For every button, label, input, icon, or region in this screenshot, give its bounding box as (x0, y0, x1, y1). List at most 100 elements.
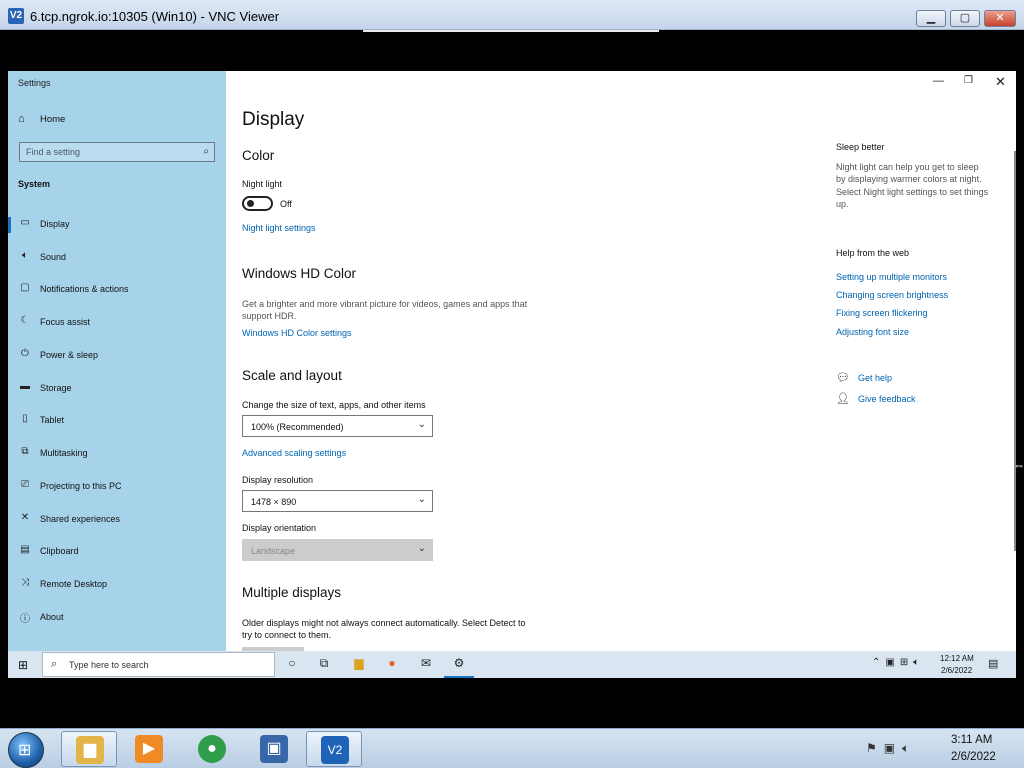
taskbar-vnc-viewer[interactable]: V2 (306, 731, 362, 767)
hd-color-settings-link[interactable]: Windows HD Color settings (242, 328, 352, 338)
feedback-icon: 👤︎ (836, 393, 850, 405)
resolution-dropdown[interactable]: 1478 × 890 ⌄ (242, 490, 433, 512)
night-light-settings-link[interactable]: Night light settings (242, 223, 316, 233)
orientation-label: Display orientation (242, 523, 317, 533)
folder-icon: ▆ (76, 736, 104, 764)
taskbar-search-placeholder: Type here to search (69, 660, 149, 670)
sidebar-item-tablet[interactable]: ▯ Tablet (8, 406, 226, 434)
chevron-down-icon: ⌄ (417, 494, 426, 505)
sidebar-item-label: Display (40, 219, 70, 229)
sidebar-item-label: Storage (40, 383, 72, 393)
sleep-better-desc-4: up. (836, 199, 849, 209)
give-feedback-link[interactable]: Give feedback (858, 394, 916, 404)
vnc-titlebar: V2 6.tcp.ngrok.io:10305 (Win10) - VNC Vi… (0, 0, 1024, 30)
sidebar-item-display[interactable]: ▭ Display (8, 210, 226, 238)
vnc-window-title: 6.tcp.ngrok.io:10305 (Win10) - VNC Viewe… (30, 9, 280, 24)
settings-window: Settings ⌂ Home Find a setting ⌕ System ▭… (8, 71, 1016, 651)
win7-clock-date[interactable]: 2/6/2022 (951, 751, 996, 763)
scale-size-label: Change the size of text, apps, and other… (242, 400, 426, 410)
shared-icon: ✕ (20, 512, 30, 523)
multiple-displays-desc-1: Older displays might not always connect … (242, 618, 526, 628)
sidebar-item-label: Multitasking (40, 448, 88, 458)
hd-color-heading: Windows HD Color (242, 266, 357, 281)
vnc-logo-icon: V2 (8, 8, 24, 24)
sidebar-item-projecting[interactable]: ⎚ Projecting to this PC (8, 472, 226, 500)
night-light-state: Off (280, 199, 292, 209)
taskbar-chrome[interactable]: ● (184, 731, 240, 767)
win10-clock-time[interactable]: 12:12 AM (940, 654, 974, 663)
sidebar-item-label: Remote Desktop (40, 579, 108, 589)
win10-tray-icons[interactable]: ⌃▣⊞🔈︎ (872, 657, 924, 668)
vnc-minimize-button[interactable]: ▁ (916, 10, 946, 27)
win7-start-button[interactable]: ⊞ (8, 732, 44, 768)
multitasking-icon: ⧉ (21, 446, 29, 457)
sidebar-item-label: Sound (40, 252, 67, 262)
sidebar-item-remote-desktop[interactable]: ⤨ Remote Desktop (8, 570, 226, 598)
color-heading: Color (242, 148, 275, 163)
windows-start-icon[interactable]: ⊞ (18, 658, 28, 672)
projecting-icon: ⎚ (21, 479, 29, 490)
vnc-close-button[interactable]: ✕ (984, 10, 1016, 27)
sidebar-item-clipboard[interactable]: ▤ Clipboard (8, 537, 226, 565)
remote-screen-border-top (8, 31, 1016, 71)
hd-color-desc-1: Get a brighter and more vibrant picture … (242, 299, 528, 309)
win10-taskbar: ⊞ ⌕ Type here to search ○ ⧉ ▆ ● ✉ ⚙ ⌃▣⊞🔈… (8, 651, 1016, 678)
chrome-icon: ● (198, 735, 226, 763)
search-icon[interactable]: ⌕ (203, 146, 209, 157)
resolution-label: Display resolution (242, 475, 314, 485)
search-icon: ⌕ (51, 658, 58, 670)
sidebar-item-shared-experiences[interactable]: ✕ Shared experiences (8, 505, 226, 533)
task-view-icon[interactable]: ⧉ (314, 656, 334, 671)
sidebar-item-label: About (40, 612, 64, 622)
page-title: Display (242, 109, 305, 130)
link-screen-brightness[interactable]: Changing screen brightness (836, 290, 948, 300)
win7-clock-time[interactable]: 3:11 AM (951, 734, 992, 746)
scale-dropdown[interactable]: 100% (Recommended) ⌄ (242, 415, 433, 437)
win10-clock-date[interactable]: 2/6/2022 (941, 666, 972, 675)
vnc-maximize-button[interactable]: ▢ (950, 10, 980, 27)
sidebar-item-storage[interactable]: ▬ Storage (8, 374, 226, 402)
sleep-better-desc-1: Night light can help you get to sleep (836, 162, 979, 172)
firefox-icon[interactable]: ● (382, 656, 402, 670)
sidebar-item-power-sleep[interactable]: ⏻ Power & sleep (8, 341, 226, 369)
taskbar-media-player[interactable]: ▶ (121, 731, 177, 767)
sidebar-item-label: Shared experiences (40, 514, 121, 524)
night-light-toggle[interactable] (242, 196, 273, 211)
windows-logo-icon: ⊞ (18, 742, 32, 759)
display-settings-panel: Display Color Night light Off Night ligh… (242, 71, 802, 651)
multiple-displays-desc-2: try to connect to them. (242, 630, 332, 640)
chevron-down-icon: ⌄ (417, 543, 426, 554)
settings-sidebar: Settings ⌂ Home Find a setting ⌕ System ▭… (8, 71, 226, 651)
advanced-scaling-link[interactable]: Advanced scaling settings (242, 448, 346, 458)
find-setting-input[interactable]: Find a setting ⌕ (19, 142, 215, 162)
link-font-size[interactable]: Adjusting font size (836, 327, 909, 337)
link-screen-flickering[interactable]: Fixing screen flickering (836, 308, 928, 318)
sidebar-item-label: Notifications & actions (40, 284, 129, 294)
sidebar-item-focus-assist[interactable]: ☾ Focus assist (8, 308, 226, 336)
sidebar-home[interactable]: ⌂ Home (18, 113, 65, 125)
vnc-viewer-icon: V2 (321, 736, 349, 764)
storage-icon: ▬ (20, 381, 30, 392)
cortana-icon[interactable]: ○ (282, 656, 302, 670)
info-icon: ⓘ (20, 614, 30, 625)
sidebar-item-notifications[interactable]: ▢ Notifications & actions (8, 275, 226, 303)
moon-icon: ☾ (20, 315, 30, 326)
taskbar-virtualbox[interactable]: ▣ (246, 731, 302, 767)
get-help-link[interactable]: Get help (858, 373, 892, 383)
sidebar-item-multitasking[interactable]: ⧉ Multitasking (8, 439, 226, 467)
scrollbar[interactable] (1014, 151, 1016, 551)
file-explorer-icon[interactable]: ▆ (349, 656, 369, 670)
sidebar-item-about[interactable]: ⓘ About (8, 603, 226, 631)
settings-gear-icon[interactable]: ⚙ (449, 656, 469, 670)
mail-icon[interactable]: ✉ (416, 656, 436, 670)
taskbar-search-box[interactable]: ⌕ Type here to search (42, 652, 275, 677)
taskbar-explorer[interactable]: ▆ (61, 731, 117, 767)
toggle-knob (247, 200, 254, 207)
remote-top-strip (363, 30, 659, 32)
action-center-icon[interactable]: ▤ (988, 657, 998, 670)
link-multiple-monitors[interactable]: Setting up multiple monitors (836, 272, 947, 282)
sidebar-item-sound[interactable]: 🔈︎ Sound (8, 243, 226, 271)
remote-screen-border-bottom (8, 678, 1016, 720)
win7-tray-icons[interactable]: ⚑▣🔈︎ (866, 741, 916, 756)
get-help-icon: 💬︎ (836, 372, 850, 384)
